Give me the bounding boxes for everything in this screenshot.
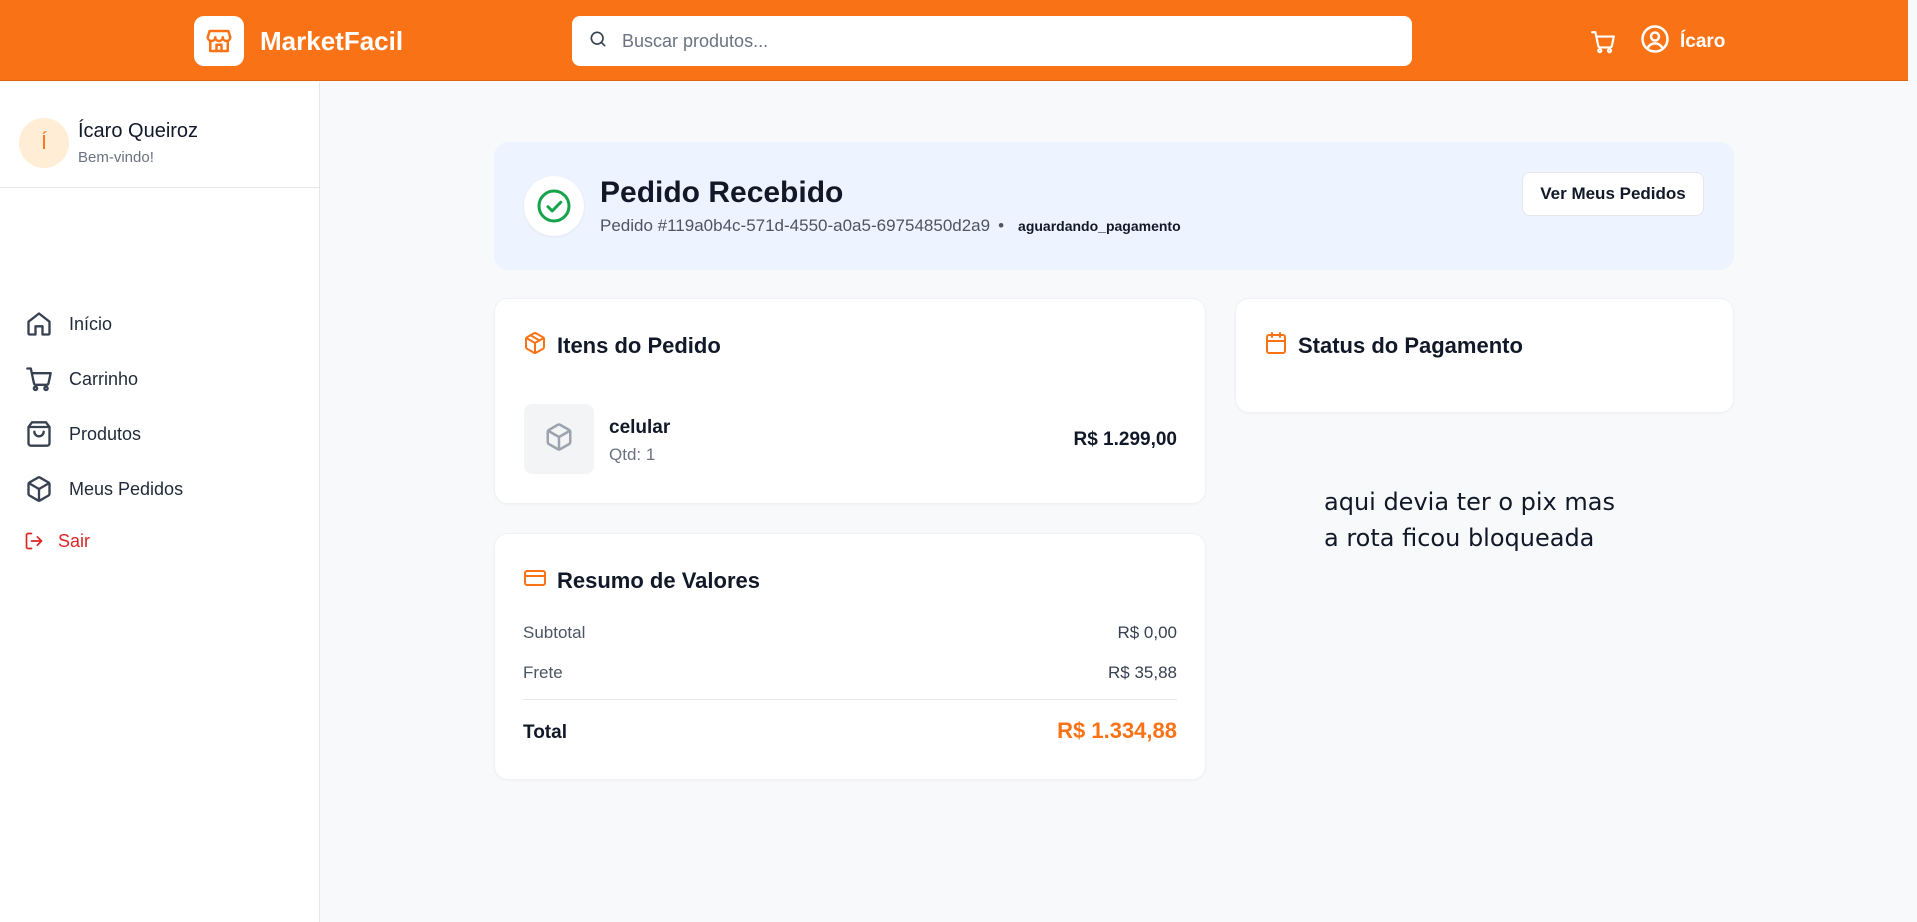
cart-icon[interactable] [1588,27,1618,57]
brand-name: MarketFacil [260,25,404,56]
sidebar-item-label: Meus Pedidos [69,478,184,499]
separator: • [998,216,1005,235]
top-header: MarketFacil Ícaro [0,0,1908,81]
sidebar-item-meus-pedidos[interactable]: Meus Pedidos [24,473,183,505]
item-quantity: Qtd: 1 [609,445,656,464]
calendar-icon [1264,331,1288,360]
subtotal-row: Subtotal R$ 0,00 [523,623,1177,643]
check-circle-icon [524,176,584,236]
credit-card-icon [523,566,547,595]
item-price: R$ 1.299,00 [1073,429,1177,450]
sidebar-item-produtos[interactable]: Produtos [24,418,141,450]
profile-name: Ícaro Queiroz [78,120,199,142]
sidebar-item-label: Carrinho [69,368,139,389]
package-icon [544,422,574,457]
profile-section: Í Ícaro Queiroz Bem-vindo! [0,82,319,188]
cart-icon [24,364,54,394]
brand[interactable]: MarketFacil [194,16,403,66]
package-icon [24,474,54,504]
subtotal-value: R$ 0,00 [1117,623,1177,642]
product-image-placeholder [524,404,594,474]
card-header: Status do Pagamento [1264,331,1523,360]
view-orders-button[interactable]: Ver Meus Pedidos [1522,172,1704,216]
subtotal-label: Subtotal [523,623,586,642]
page-title: Pedido Recebido [600,176,844,209]
shipping-row: Frete R$ 35,88 [523,663,1177,683]
sidebar-item-label: Início [69,313,113,334]
store-icon [194,16,244,66]
user-circle-icon [1640,24,1670,59]
home-icon [24,309,54,339]
item-name: celular [609,417,671,438]
order-items-card: Itens do Pedido celular Qtd: 1 R$ 1.299,… [494,298,1206,504]
shipping-label: Frete [523,663,563,682]
avatar: Í [19,118,69,168]
card-title: Resumo de Valores [557,567,760,593]
card-header: Resumo de Valores [523,566,760,595]
sidebar-item-label: Sair [58,530,91,551]
summary-card: Resumo de Valores Subtotal R$ 0,00 Frete… [494,533,1206,780]
note-line: a rota ficou bloqueada [1324,524,1595,552]
welcome-text: Bem-vindo! [78,149,154,166]
card-title: Status do Pagamento [1298,332,1523,358]
order-meta: Pedido #119a0b4c-571d-4550-a0a5-69754850… [600,216,1181,236]
sidebar-item-sair[interactable]: Sair [24,525,90,557]
user-name: Ícaro [1680,30,1726,52]
sidebar: Í Ícaro Queiroz Bem-vindo! Início Carrin… [0,82,320,922]
payment-status-card: Status do Pagamento [1235,298,1734,413]
user-menu[interactable]: Ícaro [1640,24,1725,59]
total-value: R$ 1.334,88 [1057,718,1177,743]
package-icon [523,331,547,360]
logout-icon [24,526,44,556]
order-number: Pedido #119a0b4c-571d-4550-a0a5-69754850… [600,216,991,235]
shipping-value: R$ 35,88 [1108,663,1177,682]
annotation-note: aqui devia ter o pix mas a rota ficou bl… [1324,484,1615,556]
sidebar-item-carrinho[interactable]: Carrinho [24,363,138,395]
card-title: Itens do Pedido [557,332,721,358]
sidebar-item-inicio[interactable]: Início [24,308,112,340]
search-bar[interactable] [572,16,1412,66]
sidebar-item-label: Produtos [69,423,142,444]
total-row: Total R$ 1.334,88 [523,718,1177,744]
total-label: Total [523,722,567,743]
note-line: aqui devia ter o pix mas [1324,488,1615,516]
search-icon [588,29,608,54]
status-badge: aguardando_pagamento [1018,218,1181,234]
shopping-bag-icon [24,419,54,449]
order-banner: Pedido Recebido Pedido #119a0b4c-571d-45… [494,142,1734,270]
card-header: Itens do Pedido [523,331,721,360]
search-input[interactable] [622,30,1382,52]
divider [523,699,1177,700]
